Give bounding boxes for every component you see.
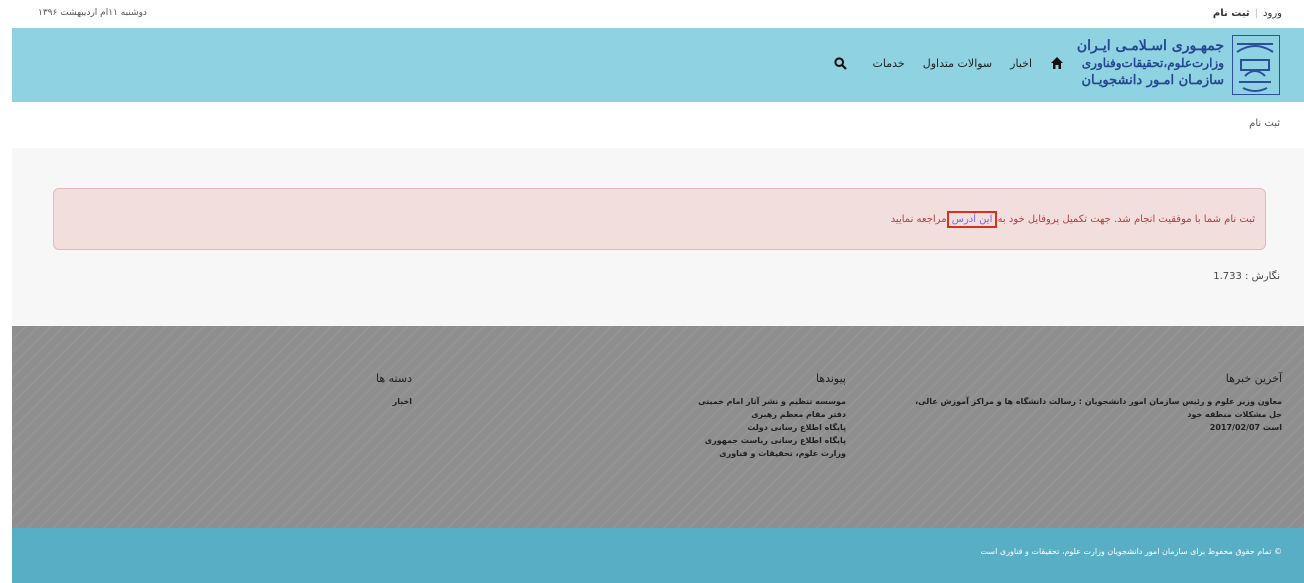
page-title-bar: ثبت نام [12, 102, 1304, 148]
site-footer: آخرین خبرها معاون وزیر علوم و رئیس سازما… [12, 326, 1304, 528]
nav-item-services[interactable]: خدمات [873, 57, 905, 70]
nav-item-news[interactable]: اخبار [1010, 57, 1032, 70]
footer-link[interactable]: وزارت علوم، تحقیقات و فناوری [646, 447, 846, 460]
current-date: دوشنبه ۱۱ام اردیبهشت ۱۳۹۶ [38, 8, 147, 18]
auth-separator: | [1254, 8, 1259, 19]
top-bar: ورود | ثبت نام دوشنبه ۱۱ام اردیبهشت ۱۳۹۶ [12, 0, 1304, 28]
categories-heading: دسته ها [376, 372, 412, 385]
logo-line-2: وزارت‌علوم،تحقیقات‌وفناوری [1081, 56, 1224, 70]
site-header: جمهـوری اسـلامـی ایـران وزارت‌علوم،تحقیق… [12, 28, 1304, 102]
page-title: ثبت نام [1249, 118, 1280, 129]
alert-text-before: ثبت نام شما با موفقیت انجام شد. جهت تکمی… [997, 214, 1255, 225]
organization-logo-icon[interactable] [1232, 35, 1280, 95]
alert-text-after: مراجعه نمایید [890, 214, 947, 225]
nav-item-faq[interactable]: سوالات متداول [923, 57, 992, 70]
main-content: ثبت نام شما با موفقیت انجام شد. جهت تکمی… [12, 148, 1304, 326]
copyright-bar: © تمام حقوق محفوظ برای سازمان امور دانشج… [12, 528, 1304, 583]
category-link[interactable]: اخبار [212, 395, 412, 408]
footer-latest-news: آخرین خبرها معاون وزیر علوم و رئیس سازما… [902, 372, 1282, 434]
version-label: نگارش : 1.733 [1213, 271, 1280, 282]
alert-message: ثبت نام شما با موفقیت انجام شد. جهت تکمی… [890, 211, 1255, 228]
links-heading: پیوندها [815, 372, 846, 385]
success-alert: ثبت نام شما با موفقیت انجام شد. جهت تکمی… [53, 188, 1266, 250]
news-item-text[interactable]: معاون وزیر علوم و رئیس سازمان امور دانشج… [902, 395, 1282, 421]
footer-link[interactable]: پایگاه اطلاع رسانی ریاست جمهوری [646, 434, 846, 447]
news-item-date: است 2017/02/07 [1209, 423, 1282, 432]
logo-line-3: سازمـان امـور دانشجویـان [1081, 73, 1225, 88]
footer-link[interactable]: دفتر مقام معظم رهبری [646, 408, 846, 421]
search-icon[interactable] [833, 56, 847, 70]
auth-links: ورود | ثبت نام [1213, 8, 1282, 19]
home-icon[interactable] [1050, 56, 1064, 70]
footer-categories: دسته ها اخبار [212, 372, 412, 408]
copyright-text: © تمام حقوق محفوظ برای سازمان امور دانشج… [980, 547, 1282, 556]
latest-news-heading: آخرین خبرها [1225, 372, 1282, 385]
register-link[interactable]: ثبت نام [1213, 8, 1250, 19]
footer-link[interactable]: موسسه تنظیم و نشر آثار امام خمینی [646, 395, 846, 408]
profile-address-link[interactable]: این آدرس [946, 211, 998, 228]
organization-name: جمهـوری اسـلامـی ایـران وزارت‌علوم،تحقیق… [1077, 37, 1224, 90]
main-nav: اخبار سوالات متداول خدمات [833, 56, 1064, 70]
footer-links: پیوندها موسسه تنظیم و نشر آثار امام خمین… [646, 372, 846, 460]
logo-line-1: جمهـوری اسـلامـی ایـران [1076, 38, 1224, 54]
footer-link[interactable]: پایگاه اطلاع رسانی دولت [646, 421, 846, 434]
login-link[interactable]: ورود [1263, 8, 1282, 19]
